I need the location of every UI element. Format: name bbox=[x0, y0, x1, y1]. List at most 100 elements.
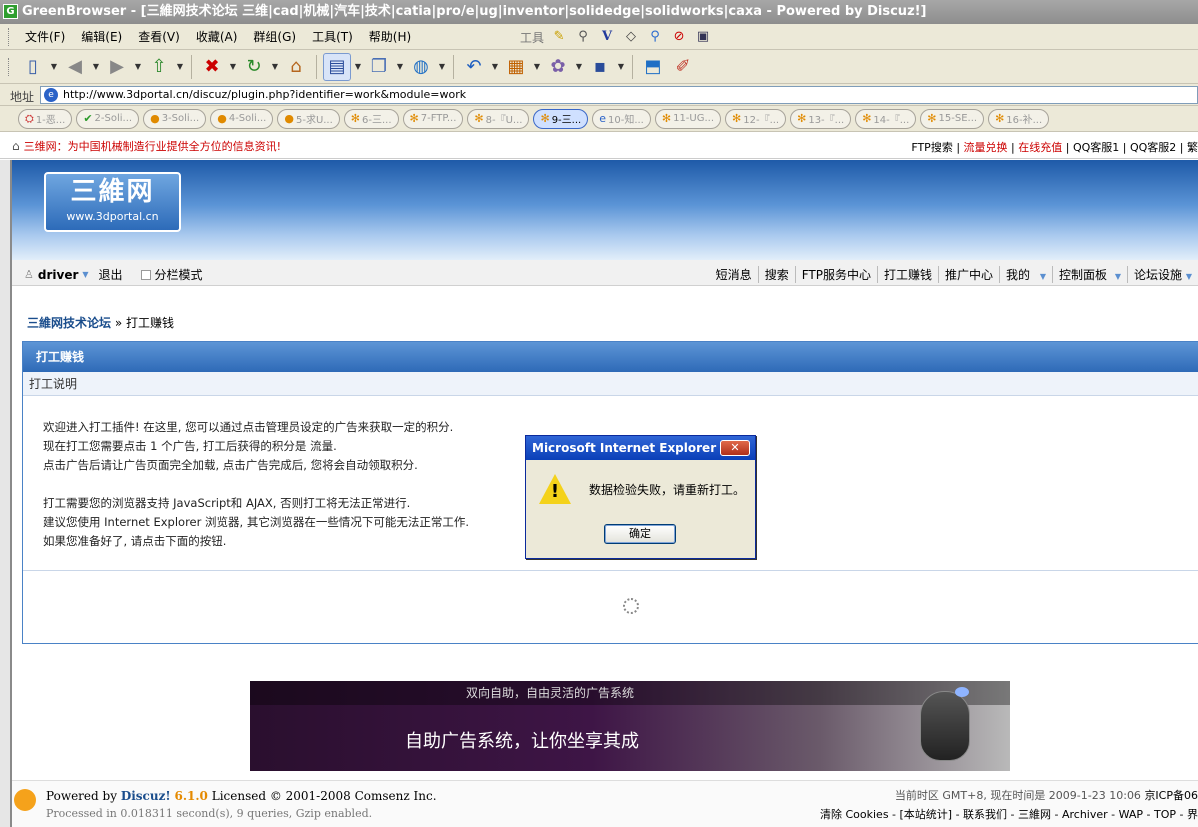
browser-tab[interactable]: ✻ 6-三... bbox=[343, 108, 399, 129]
traditional-chinese-link[interactable]: 繁 bbox=[1187, 141, 1198, 154]
undo-close-icon[interactable]: ↶ bbox=[460, 53, 488, 81]
nav-work[interactable]: 打工赚钱 bbox=[876, 266, 938, 283]
chevron-down-icon[interactable]: ▼ bbox=[353, 62, 363, 71]
nav-my[interactable]: 我的 ▼ bbox=[999, 266, 1052, 283]
browser-tab[interactable]: ✔ 2-Soli... bbox=[76, 108, 140, 129]
browser-tab[interactable]: ✻ 14-『... bbox=[855, 108, 917, 129]
qq-support-2-link[interactable]: QQ客服2 bbox=[1130, 141, 1176, 154]
tools-label: 工具 bbox=[520, 30, 545, 45]
ok-button[interactable]: 确定 bbox=[604, 524, 676, 544]
stop-script-icon[interactable]: ⊘ bbox=[670, 28, 688, 46]
up-icon[interactable]: ⇧ bbox=[145, 53, 173, 81]
menu-bar: 文件(F) 编辑(E) 查看(V) 收藏(A) 群组(G) 工具(T) 帮助(H… bbox=[0, 24, 1198, 50]
browser-tab[interactable]: ✻ 15-SE... bbox=[920, 108, 985, 129]
breadcrumb-home[interactable]: 三維网技术论坛 bbox=[27, 316, 111, 330]
nav-promotion[interactable]: 推广中心 bbox=[937, 266, 999, 283]
menu-favorites[interactable]: 收藏(A) bbox=[188, 28, 246, 45]
chevron-down-icon[interactable]: ▼ bbox=[228, 62, 238, 71]
logo-url: www.3dportal.cn bbox=[66, 210, 159, 223]
notes-icon[interactable]: ✐ bbox=[669, 53, 697, 81]
chevron-down-icon[interactable]: ▼ bbox=[82, 270, 88, 279]
site-logo[interactable]: 三維网 www.3dportal.cn bbox=[44, 172, 181, 232]
browser-tab[interactable]: ✻ 16-补... bbox=[988, 108, 1050, 129]
footer-links[interactable]: 清除 Cookies - [本站统计] - 联系我们 - 三維网 - Archi… bbox=[820, 806, 1198, 822]
close-icon[interactable]: ✕ bbox=[720, 440, 750, 456]
browser-tab[interactable]: ● 5-求U... bbox=[277, 108, 340, 129]
chevron-down-icon[interactable]: ▼ bbox=[395, 62, 405, 71]
palette-icon[interactable]: ✿ bbox=[544, 53, 572, 81]
browser-tab[interactable]: ✻ 8-『U... bbox=[467, 108, 530, 129]
v-icon[interactable]: V bbox=[598, 28, 616, 46]
refresh-icon[interactable]: ↻ bbox=[240, 53, 268, 81]
site-header-banner bbox=[12, 160, 1198, 260]
menu-view[interactable]: 查看(V) bbox=[130, 28, 188, 45]
menu-help[interactable]: 帮助(H) bbox=[361, 28, 419, 45]
tab-ie-icon: e bbox=[599, 112, 606, 125]
diamond-icon[interactable]: ◇ bbox=[622, 28, 640, 46]
magnet-icon[interactable]: ⚲ bbox=[574, 28, 592, 46]
instruction-line: 点击广告后请让广告页面完全加载, 点击广告完成后, 您将会自动领取积分. bbox=[43, 458, 418, 472]
chevron-down-icon[interactable]: ▼ bbox=[616, 62, 626, 71]
traffic-exchange-link[interactable]: 流量兑换 bbox=[964, 141, 1008, 154]
menu-edit[interactable]: 编辑(E) bbox=[73, 28, 130, 45]
home-icon[interactable]: ⌂ bbox=[282, 53, 310, 81]
column-mode-label[interactable]: 分栏模式 bbox=[155, 266, 203, 283]
new-page-icon[interactable]: ▯ bbox=[19, 53, 47, 81]
nav-control-panel[interactable]: 控制面板 ▼ bbox=[1052, 266, 1127, 283]
zoom-icon[interactable]: ⚲ bbox=[646, 28, 664, 46]
processed-info: Processed in 0.018311 second(s), 9 queri… bbox=[46, 807, 373, 820]
stop-icon[interactable]: ✖ bbox=[198, 53, 226, 81]
chevron-down-icon[interactable]: ▼ bbox=[437, 62, 447, 71]
chevron-down-icon[interactable]: ▼ bbox=[49, 62, 59, 71]
icp-link[interactable]: 京ICP备06 bbox=[1144, 789, 1198, 802]
chevron-down-icon[interactable]: ▼ bbox=[574, 62, 584, 71]
popup-block-icon[interactable]: ▦ bbox=[502, 53, 530, 81]
url-input[interactable]: http://www.3dportal.cn/discuz/plugin.php… bbox=[40, 86, 1198, 104]
logout-link[interactable]: 退出 bbox=[99, 266, 123, 283]
browser-tab[interactable]: ● 4-Soli... bbox=[210, 108, 274, 129]
browser-tab[interactable]: ⛭ 1-恶... bbox=[18, 108, 73, 129]
ftp-search-link[interactable]: FTP搜索 bbox=[911, 141, 953, 154]
home-icon[interactable]: ⌂ bbox=[12, 139, 20, 153]
browser-tab[interactable]: ● 3-Soli... bbox=[143, 108, 207, 129]
chevron-down-icon[interactable]: ▼ bbox=[133, 62, 143, 71]
username-link[interactable]: driver bbox=[38, 268, 79, 282]
chevron-down-icon[interactable]: ▼ bbox=[175, 62, 185, 71]
globe-icon[interactable]: ◍ bbox=[407, 53, 435, 81]
chevron-down-icon: ▼ bbox=[1185, 272, 1192, 281]
browser-tab[interactable]: e 10-知... bbox=[592, 108, 651, 129]
highlighter-icon[interactable]: ✎ bbox=[550, 28, 568, 46]
browser-tab-active[interactable]: ✻ 9-三... bbox=[533, 108, 589, 129]
fullscreen-icon[interactable]: ⬒ bbox=[639, 53, 667, 81]
nav-ftp-center[interactable]: FTP服务中心 bbox=[794, 266, 877, 283]
chevron-down-icon[interactable]: ▼ bbox=[532, 62, 542, 71]
top-links: FTP搜索 | 流量兑换 | 在线充值 | QQ客服1 | QQ客服2 | 繁 bbox=[911, 141, 1198, 154]
window-icon[interactable]: ▣ bbox=[694, 28, 712, 46]
nav-forum-tools[interactable]: 论坛设施 ▼ bbox=[1127, 266, 1198, 283]
browser-tab[interactable]: ✻ 13-『... bbox=[790, 108, 852, 129]
tab-view-icon[interactable]: ▤ bbox=[323, 52, 351, 81]
window-list-icon[interactable]: ❐ bbox=[365, 53, 393, 81]
browser-tab[interactable]: ✻ 7-FTP... bbox=[402, 108, 464, 129]
chevron-down-icon[interactable]: ▼ bbox=[490, 62, 500, 71]
tab-favicon-icon: ✻ bbox=[732, 112, 742, 125]
menu-tools[interactable]: 工具(T) bbox=[304, 28, 361, 45]
browser-tab[interactable]: ✻ 12-『... bbox=[725, 108, 787, 129]
save-icon[interactable]: ▪ bbox=[586, 53, 614, 81]
forward-icon[interactable]: ▶ bbox=[103, 53, 131, 81]
nav-messages[interactable]: 短消息 bbox=[710, 266, 758, 283]
tab-favicon-icon: ✻ bbox=[927, 112, 937, 125]
browser-tab[interactable]: ✻ 11-UG... bbox=[654, 108, 722, 129]
qq-support-1-link[interactable]: QQ客服1 bbox=[1073, 141, 1119, 154]
discuz-link[interactable]: Discuz! bbox=[121, 789, 171, 803]
license-text: Licensed © 2001-2008 Comsenz Inc. bbox=[211, 789, 437, 803]
chevron-down-icon[interactable]: ▼ bbox=[91, 62, 101, 71]
column-mode-checkbox[interactable] bbox=[140, 269, 151, 280]
menu-file[interactable]: 文件(F) bbox=[17, 28, 73, 45]
menu-groups[interactable]: 群组(G) bbox=[245, 28, 304, 45]
nav-search[interactable]: 搜索 bbox=[757, 266, 795, 283]
ad-banner[interactable]: 双向自助，自由灵活的广告系统 自助广告系统，让你坐享其成 bbox=[250, 681, 1010, 771]
back-icon[interactable]: ◀ bbox=[61, 53, 89, 81]
online-recharge-link[interactable]: 在线充值 bbox=[1018, 141, 1062, 154]
chevron-down-icon[interactable]: ▼ bbox=[270, 62, 280, 71]
